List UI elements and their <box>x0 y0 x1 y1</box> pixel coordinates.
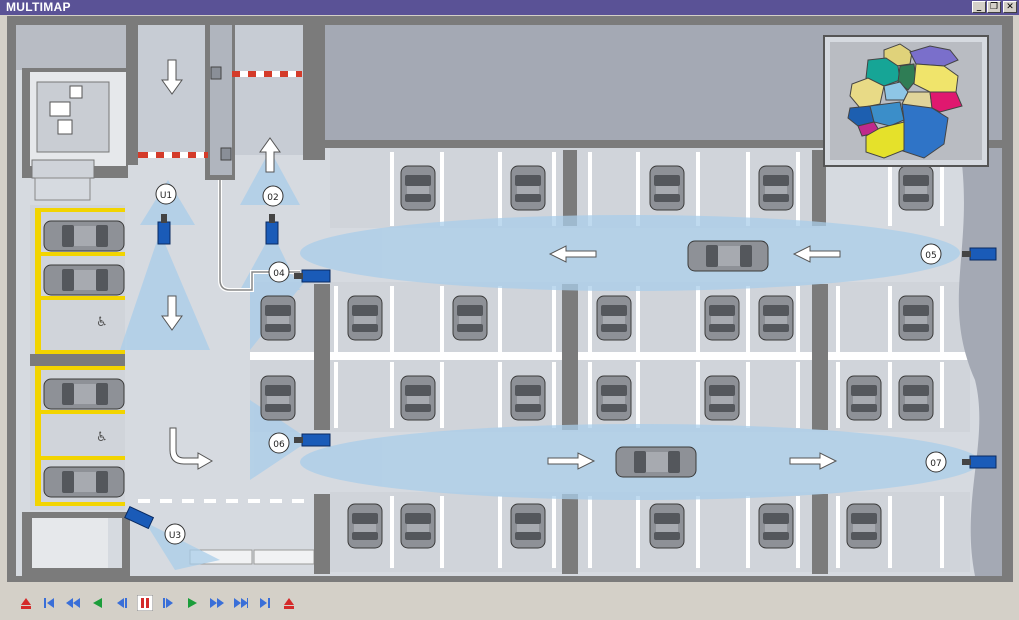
svg-text:04: 04 <box>273 269 285 279</box>
moving-car <box>615 446 697 478</box>
skip-to-start-icon[interactable] <box>41 595 57 611</box>
window-title: MULTIMAP <box>6 0 71 14</box>
minimize-button[interactable]: _ <box>972 1 986 13</box>
handicap-icon: ♿ <box>96 430 108 445</box>
fast-rewind-icon[interactable] <box>65 595 81 611</box>
eject-icon[interactable] <box>18 595 34 611</box>
moving-car <box>687 240 769 272</box>
germany-minimap[interactable] <box>823 35 989 167</box>
camera-label-05[interactable]: 05 <box>920 243 942 265</box>
play-reverse-icon[interactable] <box>89 595 105 611</box>
svg-text:06: 06 <box>273 440 285 450</box>
camera-label-04[interactable]: 04 <box>268 261 290 283</box>
record-icon[interactable] <box>281 595 297 611</box>
camera-label-u1[interactable]: U1 <box>155 183 177 205</box>
camera-label-02[interactable]: 02 <box>262 185 284 207</box>
step-back-icon[interactable] <box>113 595 129 611</box>
handicap-icon: ♿ <box>96 315 108 330</box>
entry-barrier <box>138 152 208 158</box>
camera-label-u3[interactable]: U3 <box>164 523 186 545</box>
faster-forward-icon[interactable] <box>233 595 249 611</box>
window-titlebar: MULTIMAP _ ❐ ✕ <box>0 0 1019 15</box>
svg-text:U3: U3 <box>169 531 181 541</box>
pause-icon[interactable] <box>137 595 153 611</box>
svg-text:07: 07 <box>930 459 941 469</box>
restore-button[interactable]: ❐ <box>987 1 1001 13</box>
camera-label-06[interactable]: 06 <box>268 432 290 454</box>
svg-text:05: 05 <box>925 251 936 261</box>
step-forward-icon[interactable] <box>161 595 177 611</box>
map-frame: ♿ ♿ U1 02 04 05 06 07 U3 <box>7 16 1013 582</box>
skip-to-end-icon[interactable] <box>257 595 273 611</box>
svg-text:U1: U1 <box>160 191 172 201</box>
camera-label-07[interactable]: 07 <box>925 451 947 473</box>
playback-controls <box>0 588 1019 620</box>
exit-barrier <box>232 71 302 77</box>
close-button[interactable]: ✕ <box>1003 1 1017 13</box>
play-icon[interactable] <box>185 595 201 611</box>
fast-forward-icon[interactable] <box>209 595 225 611</box>
parking-floor-plan: ♿ ♿ U1 02 04 05 06 07 U3 <box>7 16 1013 582</box>
svg-text:02: 02 <box>267 193 278 203</box>
